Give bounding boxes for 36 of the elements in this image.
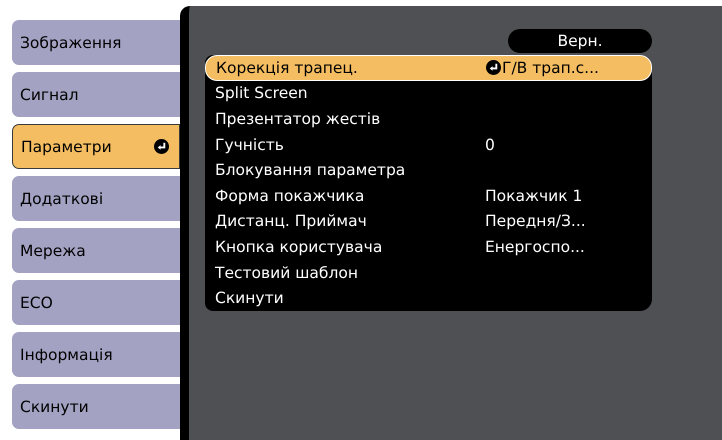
enter-icon (486, 60, 501, 76)
menu-tab[interactable]: Сигнал (12, 72, 180, 117)
setting-label: Тестовий шаблон (215, 264, 360, 282)
settings-row[interactable]: Split Screen (205, 80, 652, 106)
setting-label: Кнопка користувача (215, 238, 384, 256)
setting-label: Форма покажчика (215, 186, 366, 205)
setting-value: 0 (485, 136, 495, 154)
setting-label: Гучність (215, 136, 285, 154)
settings-row[interactable]: Дистанц. Приймач Передня/З... (205, 208, 652, 234)
setting-label: Блокування параметра (215, 161, 406, 180)
settings-row[interactable]: Кнопка користувача Енергоспо... (205, 234, 652, 260)
settings-row[interactable]: Скинути (205, 285, 652, 311)
setting-label: Split Screen (215, 84, 309, 102)
menu-tab[interactable]: Додаткові (12, 176, 180, 221)
setting-label: Дистанц. Приймач (215, 212, 368, 230)
setting-value: Енергоспо... (485, 238, 585, 256)
settings-row[interactable]: Гучність 0 (205, 132, 652, 158)
menu-tab[interactable]: Мережа (12, 228, 180, 273)
back-button[interactable]: Верн. (508, 29, 652, 53)
settings-row[interactable]: Презентатор жестів (205, 106, 652, 132)
menu-tab[interactable]: Інформація (12, 332, 180, 377)
setting-label: Презентатор жестів (215, 110, 382, 128)
settings-row[interactable]: Форма покажчика Покажчик 1 (205, 182, 652, 209)
setting-label: Корекція трапец. (216, 58, 359, 77)
setting-value: Г/В трап.с... (502, 58, 599, 77)
settings-row[interactable]: Тестовий шаблон (205, 260, 652, 286)
setting-value: Передня/З... (485, 212, 586, 230)
menu-tab[interactable]: Параметри (12, 124, 180, 169)
settings-row[interactable]: Корекція трапец. Г/В трап.с... (205, 55, 652, 81)
menu-tab[interactable]: ECO (12, 280, 180, 325)
setting-value: Покажчик 1 (485, 186, 582, 205)
menu-tab[interactable]: Зображення (12, 20, 180, 65)
menu-tab[interactable]: Скинути (12, 384, 180, 429)
setting-label: Скинути (215, 289, 285, 308)
enter-icon (154, 139, 169, 154)
settings-row[interactable]: Блокування параметра (205, 157, 652, 183)
